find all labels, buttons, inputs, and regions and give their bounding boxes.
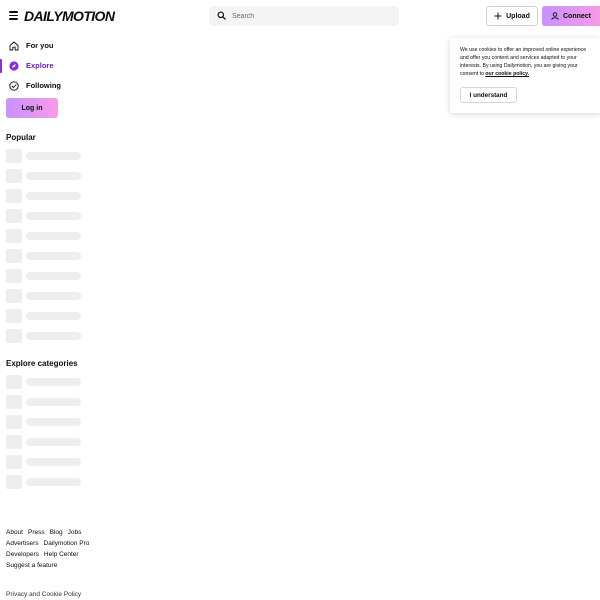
footer-links-row: Developers Help Center <box>6 550 79 559</box>
popular-skeleton-item <box>6 209 86 223</box>
login-button[interactable]: Log in <box>6 98 58 118</box>
top-header: DAILYMOTION Upload Connect <box>0 0 600 32</box>
sidebar-item-following[interactable]: Following <box>0 77 100 95</box>
sidebar-item-explore[interactable]: Explore <box>0 57 100 75</box>
home-icon <box>9 41 19 51</box>
popular-skeleton-item <box>6 269 86 283</box>
footer-link-advertisers[interactable]: Advertisers <box>6 539 39 548</box>
footer-link-help-center[interactable]: Help Center <box>44 550 79 559</box>
plus-icon <box>494 12 502 20</box>
footer-link-blog[interactable]: Blog <box>50 528 63 537</box>
footer-link-privacy-policy[interactable]: Privacy and Cookie Policy <box>6 590 81 599</box>
upload-label: Upload <box>506 12 530 20</box>
category-skeleton-item <box>6 375 86 389</box>
footer-link-developers[interactable]: Developers <box>6 550 39 559</box>
dailymotion-logo[interactable]: DAILYMOTION <box>24 8 115 24</box>
popular-skeleton-item <box>6 149 86 163</box>
popular-skeleton-item <box>6 329 86 343</box>
search-icon <box>217 11 226 20</box>
upload-button[interactable]: Upload <box>486 6 538 26</box>
footer-link-suggest-feature[interactable]: Suggest a feature <box>6 561 57 570</box>
popular-skeleton-item <box>6 289 86 303</box>
footer-links-row: Advertisers Dailymotion Pro <box>6 539 89 548</box>
footer-links-row: About Press Blog Jobs <box>6 528 81 537</box>
footer-link-dailymotion-pro[interactable]: Dailymotion Pro <box>44 539 90 548</box>
search-input[interactable] <box>232 9 392 23</box>
connect-button[interactable]: Connect <box>542 6 600 26</box>
sidebar-item-label: For you <box>26 41 54 50</box>
cookie-message: We use cookies to offer an improved onli… <box>460 46 594 78</box>
compass-icon <box>9 61 19 71</box>
cookie-accept-button[interactable]: I understand <box>460 87 517 103</box>
connect-label: Connect <box>563 12 591 20</box>
sidebar-item-label: Explore <box>26 61 54 70</box>
popular-skeleton-item <box>6 169 86 183</box>
cookie-policy-link[interactable]: our cookie policy. <box>485 71 529 77</box>
popular-skeleton-item <box>6 309 86 323</box>
popular-skeleton-item <box>6 249 86 263</box>
category-skeleton-item <box>6 455 86 469</box>
check-circle-icon <box>9 81 19 91</box>
popular-skeleton-item <box>6 189 86 203</box>
footer-link-press[interactable]: Press <box>28 528 45 537</box>
category-skeleton-item <box>6 395 86 409</box>
user-icon <box>551 12 559 20</box>
popular-heading: Popular <box>6 133 36 142</box>
popular-skeleton-item <box>6 229 86 243</box>
sidebar-item-label: Following <box>26 81 61 90</box>
category-skeleton-item <box>6 475 86 489</box>
footer-links-row: Suggest a feature <box>6 561 57 570</box>
category-skeleton-item <box>6 415 86 429</box>
search-bar[interactable] <box>209 6 399 26</box>
explore-categories-heading: Explore categories <box>6 359 78 368</box>
footer-link-about[interactable]: About <box>6 528 23 537</box>
category-skeleton-item <box>6 435 86 449</box>
menu-icon[interactable] <box>9 11 18 20</box>
sidebar-item-for-you[interactable]: For you <box>0 37 100 55</box>
footer-link-jobs[interactable]: Jobs <box>68 528 82 537</box>
cookie-banner: We use cookies to offer an improved onli… <box>450 38 600 113</box>
